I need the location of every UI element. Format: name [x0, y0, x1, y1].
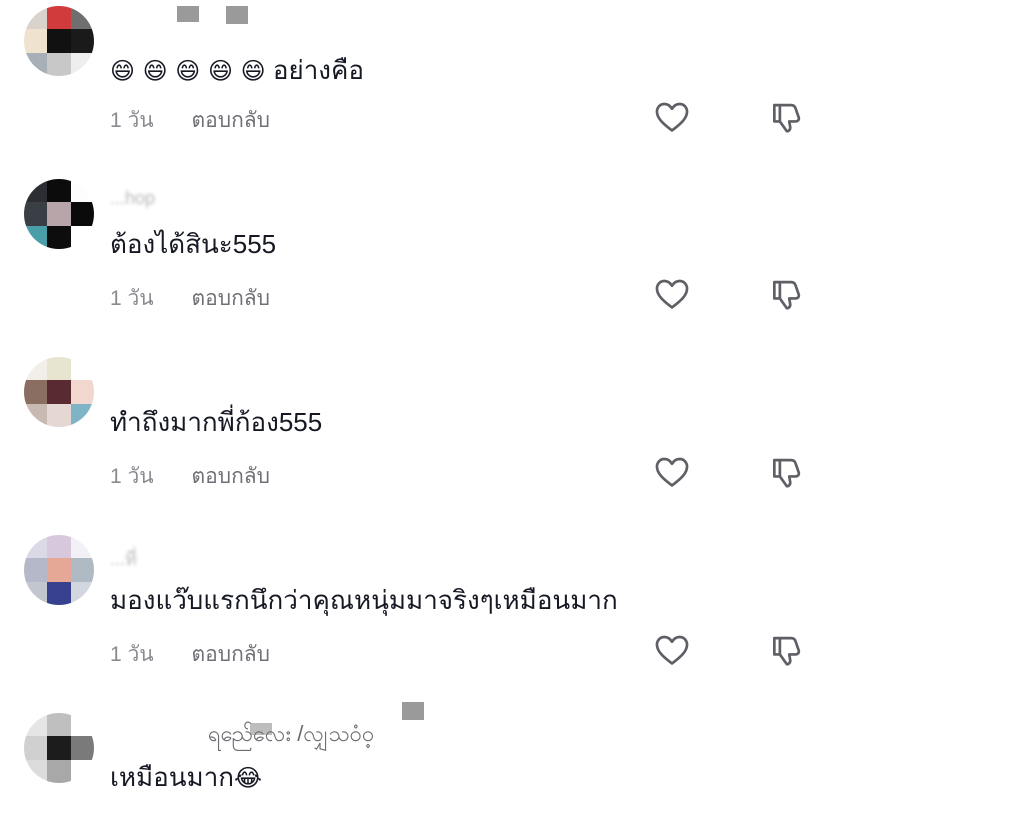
avatar[interactable] — [24, 179, 94, 249]
comment-text: ต้องได้สินะ555 — [110, 229, 277, 259]
heart-outline-icon — [655, 102, 689, 132]
comment-time: 1 วัน — [110, 465, 154, 488]
redacted-username — [402, 702, 424, 720]
comment-text: มองแว๊บแรกนึกว่าคุณหนุ่มมาจริงๆเหมือนมาก — [110, 585, 618, 615]
dislike-button[interactable] — [768, 631, 806, 669]
avatar[interactable] — [24, 535, 94, 605]
username[interactable]: ရည်ေလေး /လျှသဝံဝ့ — [208, 719, 374, 746]
heart-outline-icon — [655, 457, 689, 487]
username[interactable]: ...ที่ — [110, 544, 137, 569]
reply-button[interactable]: ตอบกลับ — [192, 109, 271, 132]
comment-text: ทำถึงมากพี่ก้อง555 — [110, 407, 323, 437]
thumbs-down-outline-icon — [772, 636, 801, 666]
comment-meta: 1 วัน ตอบกลับ — [110, 638, 270, 671]
comment-time: 1 วัน — [110, 287, 154, 310]
comment-text: เหมือนมาก😂 — [110, 762, 263, 792]
heart-outline-icon — [655, 635, 689, 665]
thumbs-down-outline-icon — [772, 103, 801, 133]
reply-button[interactable]: ตอบกลับ — [192, 643, 271, 666]
comment-text: 😄 😄 😄 😄 😄 อย่างคือ — [110, 55, 365, 85]
comment-meta: 1 วัน ตอบกลับ — [110, 282, 270, 315]
thumbs-down-outline-icon — [772, 280, 801, 310]
thumbs-down-outline-icon — [772, 458, 801, 488]
like-button[interactable] — [653, 275, 691, 313]
like-button[interactable] — [653, 98, 691, 136]
comment-time: 1 วัน — [110, 643, 154, 666]
like-button[interactable] — [653, 631, 691, 669]
redacted-username — [226, 6, 248, 24]
reply-button[interactable]: ตอบกลับ — [192, 287, 271, 310]
dislike-button[interactable] — [768, 453, 806, 491]
dislike-button[interactable] — [768, 275, 806, 313]
comment-time: 1 วัน — [110, 109, 154, 132]
redacted-username — [177, 6, 199, 22]
emoji: 😂 — [234, 764, 263, 792]
avatar[interactable] — [24, 357, 94, 427]
heart-outline-icon — [655, 279, 689, 309]
emoji-row: 😄 😄 😄 😄 😄 — [110, 57, 266, 85]
comment-meta: 1 วัน ตอบกลับ — [110, 460, 270, 493]
username[interactable]: ...hop — [110, 188, 155, 208]
comment-meta: 1 วัน ตอบกลับ — [110, 104, 270, 137]
avatar[interactable] — [24, 6, 94, 76]
dislike-button[interactable] — [768, 98, 806, 136]
reply-button[interactable]: ตอบกลับ — [192, 465, 271, 488]
avatar[interactable] — [24, 713, 94, 783]
like-button[interactable] — [653, 453, 691, 491]
